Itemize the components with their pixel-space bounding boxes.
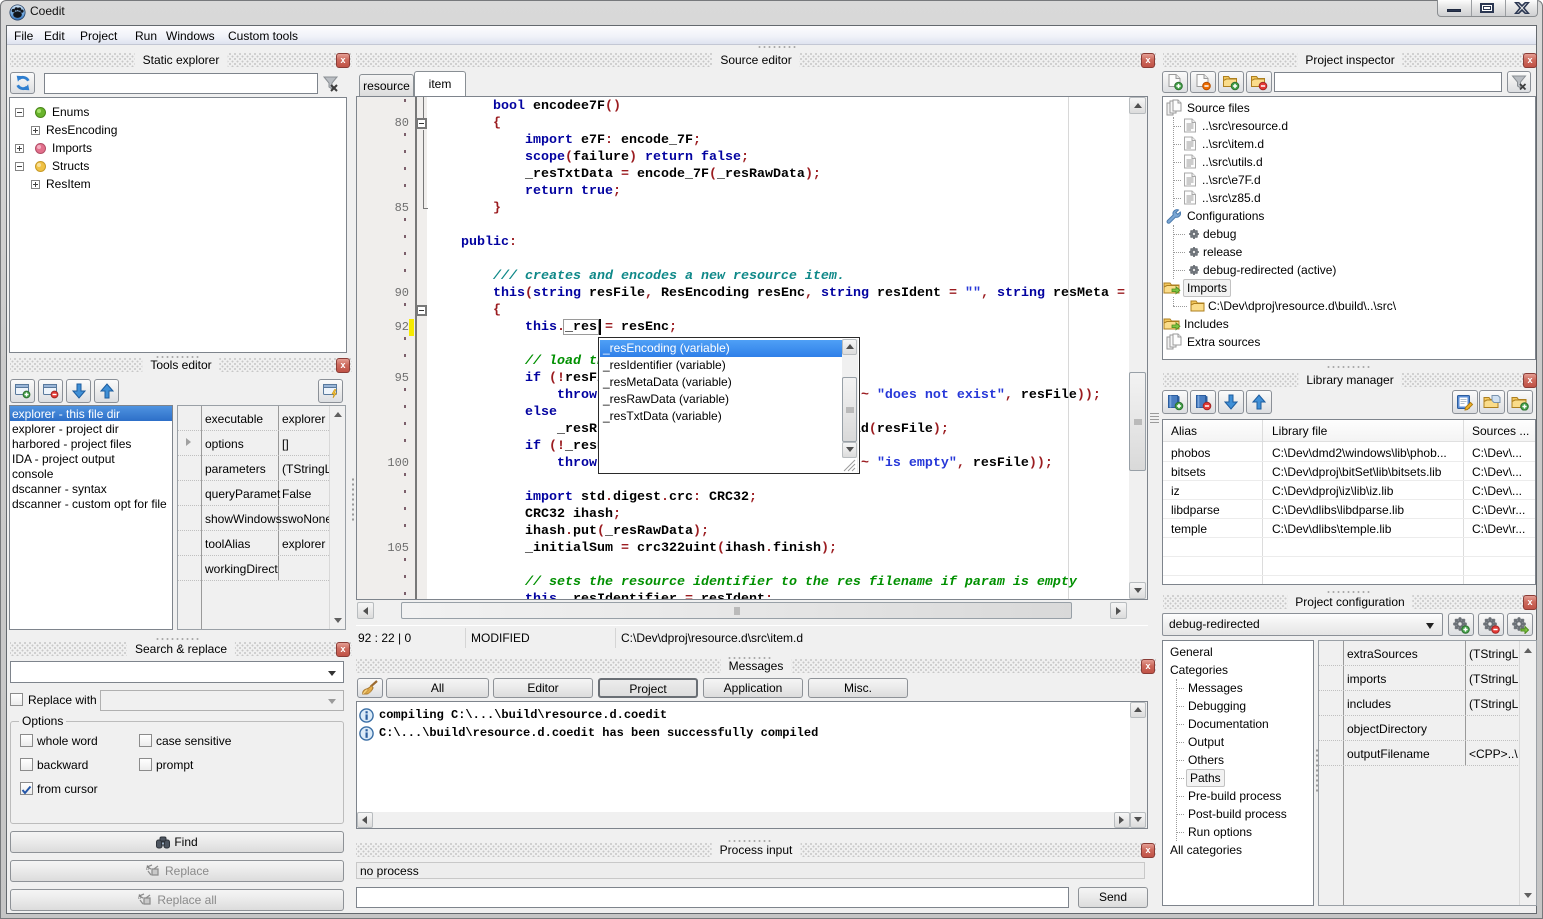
svg-text:b: b bbox=[146, 864, 150, 872]
svg-text:b: b bbox=[138, 893, 142, 901]
